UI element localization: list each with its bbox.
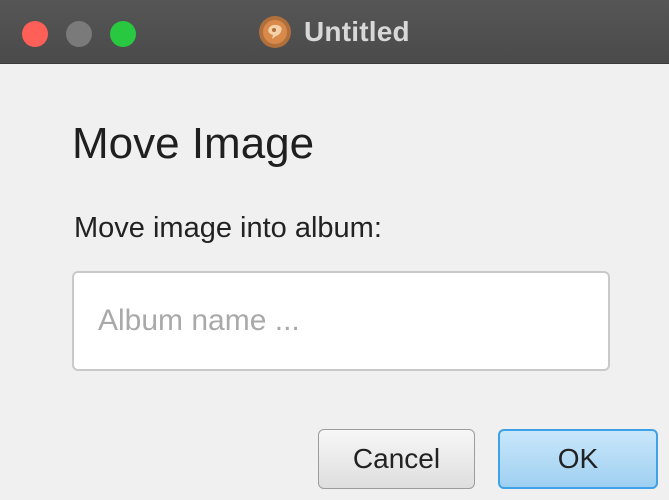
album-name-input[interactable]	[72, 271, 610, 371]
window-title-group: Untitled	[258, 0, 410, 64]
window-title: Untitled	[304, 16, 410, 47]
album-prompt-label: Move image into album:	[74, 212, 382, 244]
minimize-window-button[interactable]	[66, 21, 92, 47]
cancel-button[interactable]: Cancel	[318, 429, 475, 489]
zoom-window-button[interactable]	[110, 21, 136, 47]
close-window-button[interactable]	[22, 21, 48, 47]
ok-button[interactable]: OK	[498, 429, 658, 489]
dialog-window: Untitled Move Image Move image into albu…	[0, 0, 669, 500]
title-bar[interactable]: Untitled	[0, 0, 669, 64]
app-logo-icon	[259, 16, 291, 48]
dialog-content: Move Image Move image into album: Cancel…	[0, 64, 669, 500]
dialog-heading: Move Image	[72, 119, 315, 168]
